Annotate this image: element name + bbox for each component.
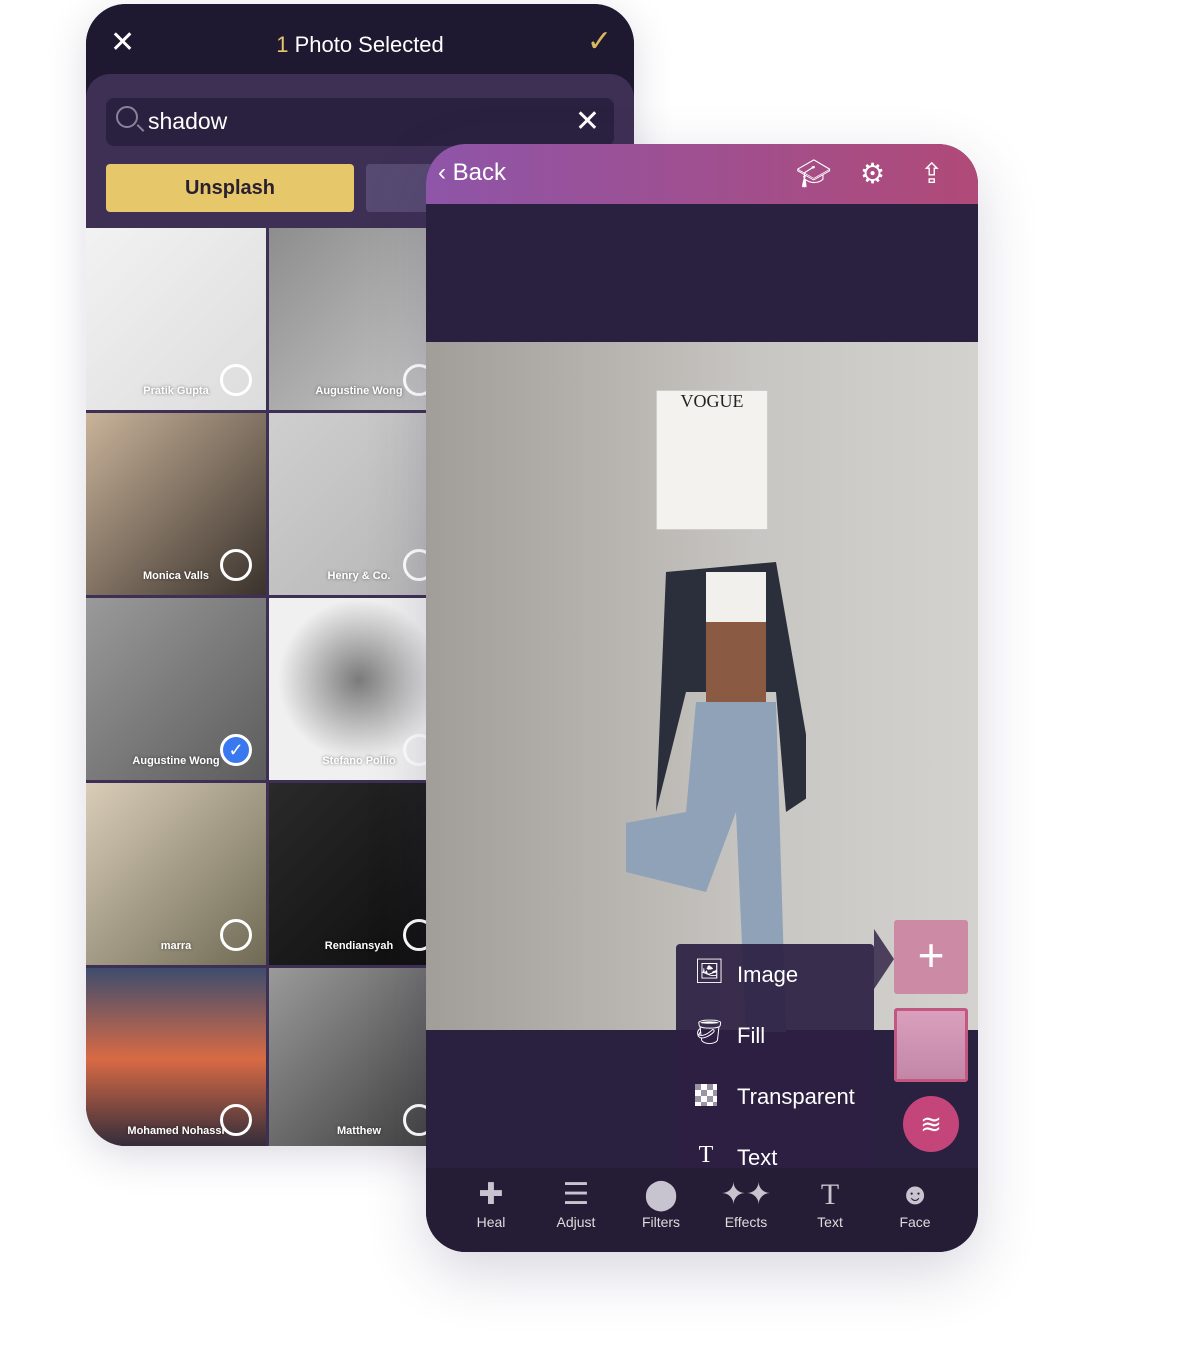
menu-label: Transparent xyxy=(737,1084,855,1109)
text-icon: T xyxy=(698,1142,714,1168)
graduation-cap-icon[interactable]: 🎓︎ xyxy=(796,158,832,190)
back-button[interactable]: ‹ Back xyxy=(438,159,506,187)
sparkles-icon: ✦✦ xyxy=(720,1178,772,1211)
selected-check-icon[interactable]: ✓ xyxy=(220,734,252,766)
title-text: Photo Selected xyxy=(294,32,444,57)
search-value: shadow xyxy=(148,108,228,134)
select-circle[interactable] xyxy=(220,1104,252,1136)
menu-label: Fill xyxy=(737,1023,766,1048)
tool-face[interactable]: ☻ Face xyxy=(880,1176,950,1230)
tab-unsplash[interactable]: Unsplash xyxy=(106,164,354,212)
tool-effects[interactable]: ✦✦ Effects xyxy=(711,1176,781,1230)
clear-search-icon[interactable]: ✕ xyxy=(575,104,600,139)
layers-button[interactable]: ≋ xyxy=(903,1096,959,1152)
bandage-icon: ✚ xyxy=(478,1178,504,1211)
add-layer-menu: 🖼︎ Image 🪣︎ Fill Transparent T Text xyxy=(676,944,874,1189)
tool-label: Adjust xyxy=(556,1214,596,1230)
editor-screen: ‹ Back 🎓︎ ⚙ ⇪ VOGUE 🖼︎ Image 🪣︎ Fill Trans… xyxy=(426,144,978,1252)
layer-thumbnail[interactable] xyxy=(894,1008,968,1082)
photo-tile[interactable]: Henry & Co. xyxy=(269,413,449,595)
menu-label: Image xyxy=(737,962,799,987)
magazine-cover: VOGUE xyxy=(656,390,768,530)
photo-tile[interactable]: marra xyxy=(86,783,266,965)
paint-bucket-icon: 🪣︎ xyxy=(694,1019,725,1046)
menu-pointer xyxy=(874,929,894,989)
tool-heal[interactable]: ✚ Heal xyxy=(456,1176,526,1230)
photo-tile[interactable]: Rendiansyah xyxy=(269,783,449,965)
tool-filters[interactable]: ⬤ Filters xyxy=(626,1176,696,1230)
search-input[interactable]: shadow ✕ xyxy=(106,98,614,146)
image-icon: 🖼︎ xyxy=(694,958,725,985)
tool-adjust[interactable]: ☰ Adjust xyxy=(541,1176,611,1230)
add-layer-button[interactable]: + xyxy=(894,920,968,994)
picker-title: 1 Photo Selected xyxy=(86,32,634,58)
menu-item-fill[interactable]: 🪣︎ Fill xyxy=(676,1005,874,1065)
layers-icon: ≋ xyxy=(920,1109,942,1139)
tool-label: Text xyxy=(817,1214,843,1230)
confirm-check-icon[interactable]: ✓ xyxy=(587,24,612,59)
select-circle[interactable] xyxy=(220,364,252,396)
sliders-icon: ☰ xyxy=(562,1178,590,1211)
menu-item-image[interactable]: 🖼︎ Image xyxy=(676,944,874,1004)
photo-tile[interactable]: Augustine Wong ✓ xyxy=(86,598,266,780)
filters-icon: ⬤ xyxy=(644,1178,678,1211)
photo-tile[interactable]: Augustine Wong xyxy=(269,228,449,410)
photo-tile[interactable]: Monica Valls xyxy=(86,413,266,595)
face-icon: ☻ xyxy=(899,1178,931,1211)
magazine-title: VOGUE xyxy=(680,391,744,411)
photo-tile[interactable]: Matthew xyxy=(269,968,449,1146)
photo-tile[interactable]: Pratik Gupta xyxy=(86,228,266,410)
checkerboard-icon xyxy=(695,1084,717,1106)
tool-label: Heal xyxy=(476,1214,506,1230)
tool-label: Filters xyxy=(641,1214,681,1230)
select-circle[interactable] xyxy=(220,919,252,951)
menu-item-transparent[interactable]: Transparent xyxy=(676,1066,874,1126)
text-icon: T xyxy=(820,1178,840,1211)
tool-text[interactable]: T Text xyxy=(795,1176,865,1230)
bottom-toolbar: ✚ Heal ☰ Adjust ⬤ Filters ✦✦ Effects T Text ☻… xyxy=(426,1168,978,1252)
photo-tile[interactable]: Stefano Pollio xyxy=(269,598,449,780)
photo-tile[interactable]: Mohamed Nohassi xyxy=(86,968,266,1146)
gear-icon[interactable]: ⚙ xyxy=(860,158,885,190)
selected-count: 1 xyxy=(276,32,289,57)
editing-canvas-photo[interactable]: VOGUE 🖼︎ Image 🪣︎ Fill Transparent T Text + xyxy=(426,342,978,1189)
search-icon xyxy=(116,106,138,128)
share-icon[interactable]: ⇪ xyxy=(920,158,943,190)
tool-label: Face xyxy=(899,1214,931,1230)
tool-label: Effects xyxy=(724,1214,768,1230)
back-label: Back xyxy=(452,159,507,186)
picker-header: ✕ 1 Photo Selected ✓ xyxy=(86,4,634,78)
editor-header: ‹ Back 🎓︎ ⚙ ⇪ xyxy=(426,144,978,204)
select-circle[interactable] xyxy=(220,549,252,581)
